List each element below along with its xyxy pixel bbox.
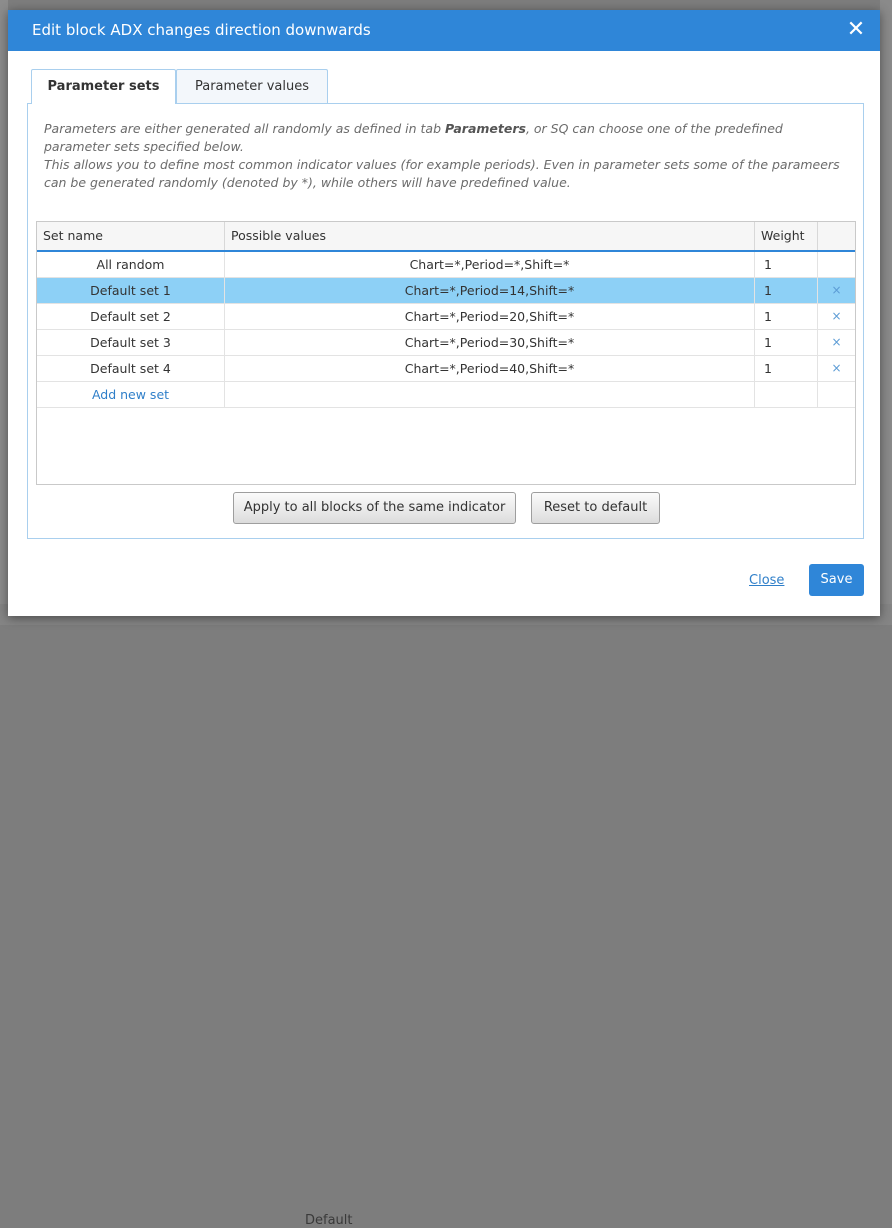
close-icon[interactable]: ✕ <box>844 17 868 43</box>
description-text: Parameters are either generated all rand… <box>44 120 844 192</box>
weight-cell[interactable]: 1 <box>755 252 818 277</box>
set-name-cell[interactable]: Default set 3 <box>37 330 225 355</box>
dialog-header: Edit block ADX changes direction downwar… <box>8 10 880 51</box>
delete-row-icon[interactable]: × <box>818 304 855 329</box>
parameter-sets-panel: Parameters are either generated all rand… <box>27 103 864 539</box>
table-row[interactable]: All random Chart=*,Period=*,Shift=* 1 <box>37 252 855 278</box>
edit-block-dialog: Edit block ADX changes direction downwar… <box>8 10 880 616</box>
table-row[interactable]: Default set 2 Chart=*,Period=20,Shift=* … <box>37 304 855 330</box>
description-parameters-word: Parameters <box>444 121 526 136</box>
possible-values-cell[interactable]: Chart=*,Period=*,Shift=* <box>225 252 755 277</box>
possible-values-cell[interactable]: Chart=*,Period=40,Shift=* <box>225 356 755 381</box>
empty-cell <box>755 382 818 407</box>
column-possible-values[interactable]: Possible values <box>225 222 755 250</box>
weight-cell[interactable]: 1 <box>755 330 818 355</box>
delete-row-icon[interactable]: × <box>818 278 855 303</box>
close-link[interactable]: Close <box>749 573 784 588</box>
weight-cell[interactable]: 1 <box>755 278 818 303</box>
column-weight[interactable]: Weight <box>755 222 818 250</box>
set-name-cell[interactable]: All random <box>37 252 225 277</box>
tab-parameter-sets[interactable]: Parameter sets <box>31 69 176 104</box>
set-name-cell[interactable]: Default set 1 <box>37 278 225 303</box>
tab-parameter-values[interactable]: Parameter values <box>176 69 328 103</box>
save-button[interactable]: Save <box>809 564 864 596</box>
weight-cell[interactable]: 1 <box>755 304 818 329</box>
background-app-left <box>0 0 8 625</box>
column-set-name[interactable]: Set name <box>37 222 225 250</box>
table-header: Set name Possible values Weight <box>37 222 855 252</box>
possible-values-cell[interactable]: Chart=*,Period=14,Shift=* <box>225 278 755 303</box>
parameter-sets-table: Set name Possible values Weight All rand… <box>36 221 856 485</box>
column-actions <box>818 222 855 250</box>
delete-row-icon[interactable]: × <box>818 330 855 355</box>
reset-to-default-button[interactable]: Reset to default <box>531 492 660 524</box>
weight-cell[interactable]: 1 <box>755 356 818 381</box>
add-new-set-row[interactable]: Add new set <box>37 382 855 408</box>
dialog-title: Edit block ADX changes direction downwar… <box>32 21 371 39</box>
empty-cell <box>225 382 755 407</box>
table-row[interactable]: Default set 1 Chart=*,Period=14,Shift=* … <box>37 278 855 304</box>
table-row[interactable]: Default set 4 Chart=*,Period=40,Shift=* … <box>37 356 855 382</box>
set-name-cell[interactable]: Default set 2 <box>37 304 225 329</box>
background-app-right <box>880 0 892 625</box>
apply-to-all-blocks-button[interactable]: Apply to all blocks of the same indicato… <box>233 492 516 524</box>
delete-row-icon[interactable]: × <box>818 356 855 381</box>
actions-cell <box>818 252 855 277</box>
background-default-label: Default <box>305 1213 353 1228</box>
description-line1-start: Parameters are either generated all rand… <box>44 121 445 136</box>
description-line2: This allows you to define most common in… <box>44 157 840 190</box>
add-new-set-link[interactable]: Add new set <box>37 382 225 407</box>
table-row[interactable]: Default set 3 Chart=*,Period=30,Shift=* … <box>37 330 855 356</box>
set-name-cell[interactable]: Default set 4 <box>37 356 225 381</box>
possible-values-cell[interactable]: Chart=*,Period=30,Shift=* <box>225 330 755 355</box>
possible-values-cell[interactable]: Chart=*,Period=20,Shift=* <box>225 304 755 329</box>
empty-cell <box>818 382 855 407</box>
